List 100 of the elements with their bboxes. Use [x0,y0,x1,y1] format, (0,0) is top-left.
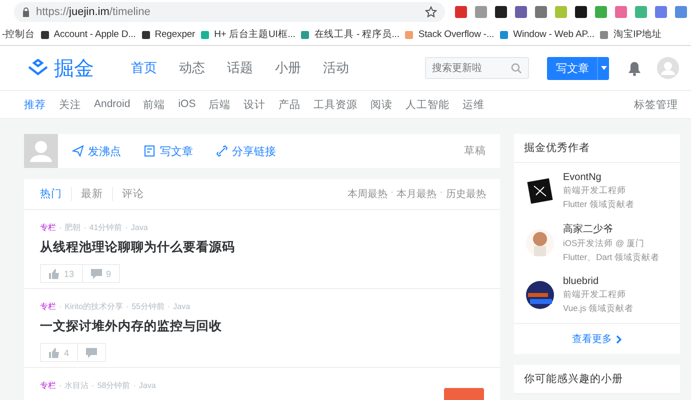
separator-dot: · [59,381,62,390]
bookmark[interactable]: -控制台 [2,28,35,41]
separator-dot: · [92,381,94,390]
card-title: 掘金优秀作者 [514,134,680,163]
extension-icon[interactable] [575,6,587,18]
composer-action[interactable]: 发沸点 [72,144,121,158]
feed-tab[interactable]: 热门 [40,187,71,201]
nav-link[interactable]: 话题 [216,59,264,77]
bookmark-icon [140,30,151,40]
url-text: https://juejin.im/timeline [36,6,152,18]
tag-link[interactable]: 推荐 [24,98,46,112]
post-time: 58分钟前 [97,380,130,391]
composer-action[interactable]: 写文章 [144,144,193,158]
bookmark[interactable]: 淘宝IP地址 [599,28,662,41]
bookmark-icon [499,30,510,40]
chevron-right-icon [616,334,622,344]
logo-icon [26,59,50,77]
bell-icon [628,60,641,76]
post-time: 41分钟前 [89,222,122,233]
tag-link[interactable]: iOS [178,98,196,112]
tag-link[interactable]: Android [94,98,130,112]
star-icon [425,6,437,18]
tag-link[interactable]: 前端 [143,98,166,112]
author-tagline: Flutter 领域贡献者 [563,198,634,210]
card-title: 你可能感兴趣的小册 [514,365,680,394]
extension-icon[interactable] [495,6,507,18]
bookmark-icon [300,30,310,40]
bookmark[interactable]: Window - Web AP... [499,29,594,40]
link-icon [216,145,228,157]
write-article-button[interactable]: 写文章 [547,56,597,80]
author-name[interactable]: 高家二少爷 [563,222,660,236]
nav-link[interactable]: 首页 [120,59,168,77]
tag-link[interactable]: 阅读 [370,98,393,112]
tag-link[interactable]: 人工智能 [406,98,450,112]
tag-link[interactable]: 运维 [462,98,485,112]
article-title[interactable]: 从线程池理论聊聊为什么要看源码 [40,239,484,256]
author-tagline: Vue.js 领域贡献者 [563,302,634,314]
dropdown-button[interactable] [597,56,609,80]
extension-icon[interactable] [515,6,527,18]
tag-link[interactable]: 关注 [59,98,81,112]
bookmark[interactable]: Regexper [140,29,196,40]
search-field[interactable]: 搜索更新啦 [425,57,529,79]
bookmark-icon [200,30,210,40]
separator-dot: · [133,381,136,390]
range-link[interactable]: 历史最热 [446,187,486,201]
author-title: 前端开发工程师 [563,184,627,196]
lock-icon [22,7,30,17]
post-time: 55分钟前 [132,301,164,312]
nav-link[interactable]: 小册 [264,59,312,77]
tag-link[interactable]: 后端 [208,98,231,112]
article-title[interactable]: 一文探讨堆外内存的监控与回收 [40,318,484,335]
separator-dot: · [125,223,128,232]
nav-link[interactable]: 活动 [312,59,360,77]
tag-link[interactable]: 设计 [244,98,266,112]
author-title: 前端开发工程师 [563,288,627,300]
thumbs-up-icon [49,348,60,358]
author-title: iOS开发法师 @ 厦门 [563,238,646,250]
tag-link[interactable]: 工具资源 [314,98,358,112]
comment-icon [86,348,98,358]
see-more-link[interactable]: 查看更多 [514,323,680,354]
avatar-icon [657,57,679,79]
separator-dot: · [167,302,170,311]
drafts-link[interactable]: 草稿 [464,144,486,158]
comment-button[interactable] [78,343,106,362]
bookmark-icon [404,30,414,40]
author-name[interactable]: bluebrid [563,276,634,286]
composer-action[interactable]: 分享链接 [216,144,276,158]
author-avatar [526,281,554,309]
bookmark[interactable]: Stack Overflow -... [404,29,494,40]
logo-text[interactable]: 掘金 [54,54,94,82]
separator-dot: · [126,302,129,311]
bookmark-icon [40,30,50,40]
send-icon [72,145,84,157]
column-tag[interactable]: 专栏 [40,380,56,391]
tag-link[interactable]: 产品 [278,98,301,112]
separator-dot: · [440,187,443,200]
bookmark-icon [599,30,610,40]
bookmark[interactable]: Account - Apple D... [40,29,136,40]
address-bar[interactable]: https://juejin.im/timeline [14,2,445,22]
feed-tab[interactable]: 最新 [71,187,112,201]
range-link[interactable]: 本周最热 [347,187,388,201]
comment-icon [91,268,102,278]
separator-dot: · [59,223,62,232]
range-link[interactable]: 本月最热 [396,187,437,201]
separator-dot: · [84,223,86,232]
author-name[interactable]: EvontNg [563,172,634,182]
caret-icon [600,66,606,70]
author-tagline: Flutter、Dart 领域贡献者 [563,252,660,264]
separator-dot: · [59,302,62,311]
bookmark[interactable]: 在线工具 - 程序员... [300,28,400,41]
feed-tab[interactable]: 评论 [112,187,153,201]
nav-link[interactable]: 动态 [168,59,216,77]
separator-dot: · [390,187,394,200]
column-tag[interactable]: 专栏 [40,301,56,312]
bookmark[interactable]: H+ 后台主题UI框... [200,28,296,41]
search-icon [511,63,522,74]
column-tag[interactable]: 专栏 [40,222,56,233]
tag-manage-link[interactable]: 标签管理 [634,98,678,112]
edit-icon [144,145,156,157]
thumbs-up-icon [49,268,60,278]
